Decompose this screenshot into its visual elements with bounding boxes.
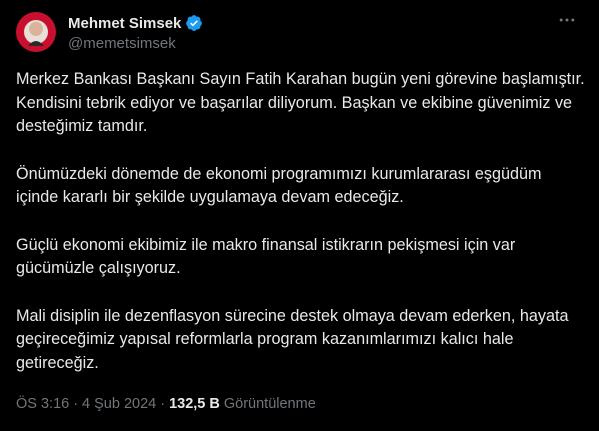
tweet-paragraph: Güçlü ekonomi ekibimiz ile makro finansa…	[16, 235, 516, 278]
avatar-photo	[16, 12, 56, 52]
tweet-paragraph: Mali disiplin ile dezenflasyon sürecine …	[16, 306, 569, 372]
tweet-time[interactable]: ÖS 3:16	[16, 396, 69, 412]
more-options-button[interactable]	[555, 8, 579, 32]
views-count[interactable]: 132,5 B	[169, 396, 220, 412]
tweet-paragraph: Önümüzdeki dönemde de ekonomi programımı…	[16, 164, 542, 207]
author-name-row: Mehmet Simsek	[68, 14, 203, 32]
tweet-text: Merkez Bankası Başkanı Sayın Fatih Karah…	[16, 68, 586, 399]
tweet-meta: ÖS 3:16 · 4 Şub 2024 · 132,5 B Görüntüle…	[16, 396, 316, 412]
views-label: Görüntülenme	[223, 396, 316, 412]
meta-separator: ·	[73, 396, 79, 412]
meta-separator: ·	[160, 396, 166, 412]
tweet-paragraph: Merkez Bankası Başkanı Sayın Fatih Karah…	[16, 70, 585, 135]
avatar[interactable]	[16, 12, 56, 52]
tweet-card: Mehmet Simsek @memetsimsek Merkez Bankas…	[0, 0, 599, 431]
verified-badge-icon	[185, 14, 203, 32]
author-handle[interactable]: @memetsimsek	[68, 35, 176, 52]
author-display-name[interactable]: Mehmet Simsek	[68, 15, 181, 32]
ellipsis-icon	[559, 18, 575, 22]
tweet-date[interactable]: 4 Şub 2024	[82, 396, 156, 412]
